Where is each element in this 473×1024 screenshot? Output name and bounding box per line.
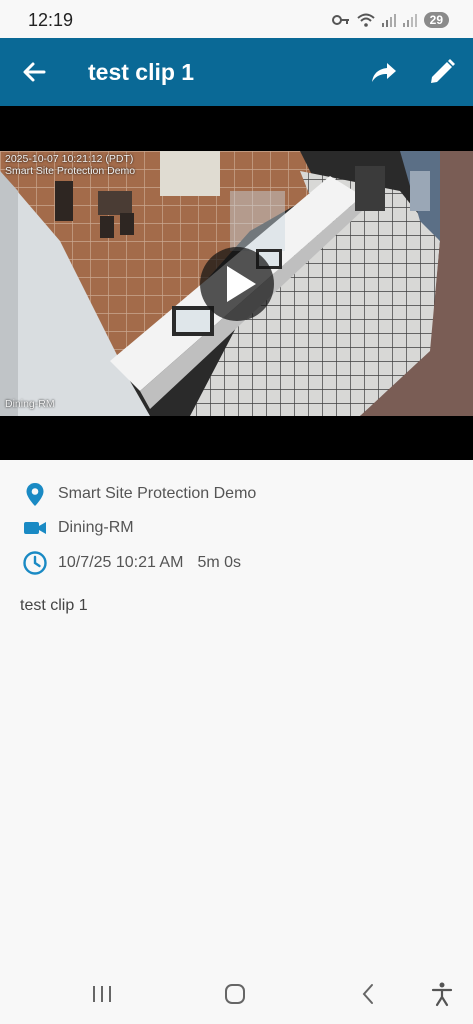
site-name: Smart Site Protection Demo — [58, 485, 257, 502]
page-title: test clip 1 — [88, 59, 195, 85]
status-icons: 29 — [331, 12, 449, 28]
location-pin-icon — [26, 483, 44, 506]
share-icon[interactable] — [368, 56, 400, 88]
system-nav-bar — [0, 964, 473, 1024]
video-frame: 2025-10-07 10:21:12 (PDT) Smart Site Pro… — [0, 151, 473, 416]
clip-description: test clip 1 — [20, 597, 88, 614]
camera-name-overlay: Dining-RM — [5, 398, 55, 410]
edit-pencil-icon[interactable] — [426, 56, 458, 88]
timestamp-line: 2025-10-07 10:21:12 (PDT) — [5, 153, 134, 165]
site-line: Smart Site Protection Demo — [5, 165, 136, 177]
time-row: 10/7/25 10:21 AM 5m 0s — [22, 550, 241, 576]
vpn-key-icon — [331, 15, 349, 25]
signal-icon-2 — [402, 14, 417, 27]
camera-timestamp: 2025-10-07 10:21:12 (PDT) Smart Site Pro… — [5, 153, 135, 177]
status-bar: 12:19 29 — [0, 0, 473, 38]
camera-row: Dining-RM — [22, 515, 134, 541]
play-icon — [227, 266, 256, 302]
clip-duration: 5m 0s — [197, 554, 242, 571]
video-camera-icon — [24, 522, 46, 534]
accessibility-icon[interactable] — [428, 980, 456, 1008]
clock-icon — [23, 551, 47, 575]
back-nav-icon[interactable] — [355, 980, 383, 1008]
app-bar: test clip 1 — [0, 38, 473, 106]
camera-name: Dining-RM — [58, 519, 134, 536]
site-row: Smart Site Protection Demo — [22, 481, 256, 507]
signal-icon — [381, 14, 396, 27]
battery-icon: 29 — [423, 12, 449, 28]
recent-apps-icon[interactable] — [88, 980, 116, 1008]
status-time: 12:19 — [28, 10, 74, 30]
back-arrow-icon[interactable] — [18, 56, 50, 88]
wifi-icon — [356, 13, 375, 27]
play-button[interactable] — [200, 247, 274, 321]
video-player[interactable]: 2025-10-07 10:21:12 (PDT) Smart Site Pro… — [0, 106, 473, 460]
home-icon[interactable] — [221, 980, 249, 1008]
clip-datetime: 10/7/25 10:21 AM — [58, 554, 184, 571]
